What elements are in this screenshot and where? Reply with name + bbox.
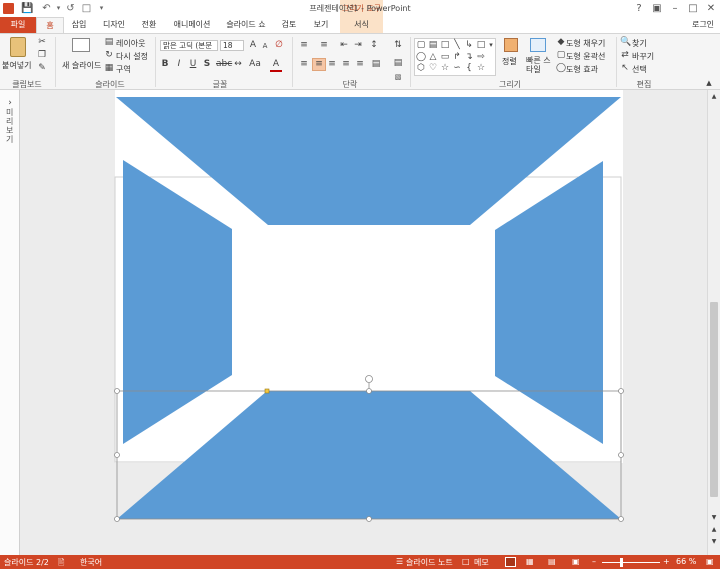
comments-icon: □ — [462, 557, 470, 566]
resize-handle-ml[interactable] — [114, 452, 120, 458]
comments-button[interactable]: 메모 — [474, 557, 489, 568]
resize-handle-tl[interactable] — [114, 388, 120, 394]
language-indicator[interactable]: 한국어 — [80, 557, 102, 568]
zoom-in-icon[interactable]: + — [663, 557, 670, 566]
slide-sorter-icon[interactable]: ▦ — [526, 557, 534, 566]
adjustment-handle[interactable] — [264, 388, 270, 394]
slideshow-view-icon[interactable]: ▣ — [572, 557, 580, 566]
zoom-slider-track[interactable] — [602, 562, 660, 563]
resize-handle-br[interactable] — [618, 516, 624, 522]
resize-handle-bm[interactable] — [366, 516, 372, 522]
scroll-up-icon[interactable]: ▲ — [709, 91, 719, 102]
resize-handle-tr[interactable] — [618, 388, 624, 394]
fit-slide-icon[interactable]: ▣ — [706, 557, 714, 566]
previous-slide-icon[interactable]: ▲ — [709, 524, 719, 535]
resize-handle-bl[interactable] — [114, 516, 120, 522]
slide-indicator: 슬라이드 2/2 — [4, 558, 49, 567]
next-slide-icon[interactable]: ▼ — [709, 536, 719, 547]
slide-canvas — [114, 90, 624, 522]
resize-handle-tm[interactable] — [366, 388, 372, 394]
scroll-down-icon[interactable]: ▼ — [709, 512, 719, 523]
vertical-scrollbar[interactable]: ▲ ▼ ▲ ▼ — [707, 90, 720, 555]
zoom-level[interactable]: 66 % — [676, 557, 696, 566]
zoom-slider-thumb[interactable] — [620, 558, 623, 567]
notes-icon: ☰ — [396, 557, 404, 566]
scroll-thumb[interactable] — [710, 302, 718, 497]
reading-view-icon[interactable]: ▤ — [548, 557, 556, 566]
normal-view-icon[interactable] — [505, 557, 516, 567]
rotation-handle[interactable] — [365, 375, 373, 383]
status-bar: 슬라이드 2/2 🖹 한국어 ☰ 슬라이드 노트 □ 메모 ▦ ▤ ▣ – + … — [0, 555, 720, 569]
zoom-out-icon[interactable]: – — [592, 557, 596, 566]
resize-handle-mr[interactable] — [618, 452, 624, 458]
notes-button[interactable]: 슬라이드 노트 — [406, 557, 453, 568]
